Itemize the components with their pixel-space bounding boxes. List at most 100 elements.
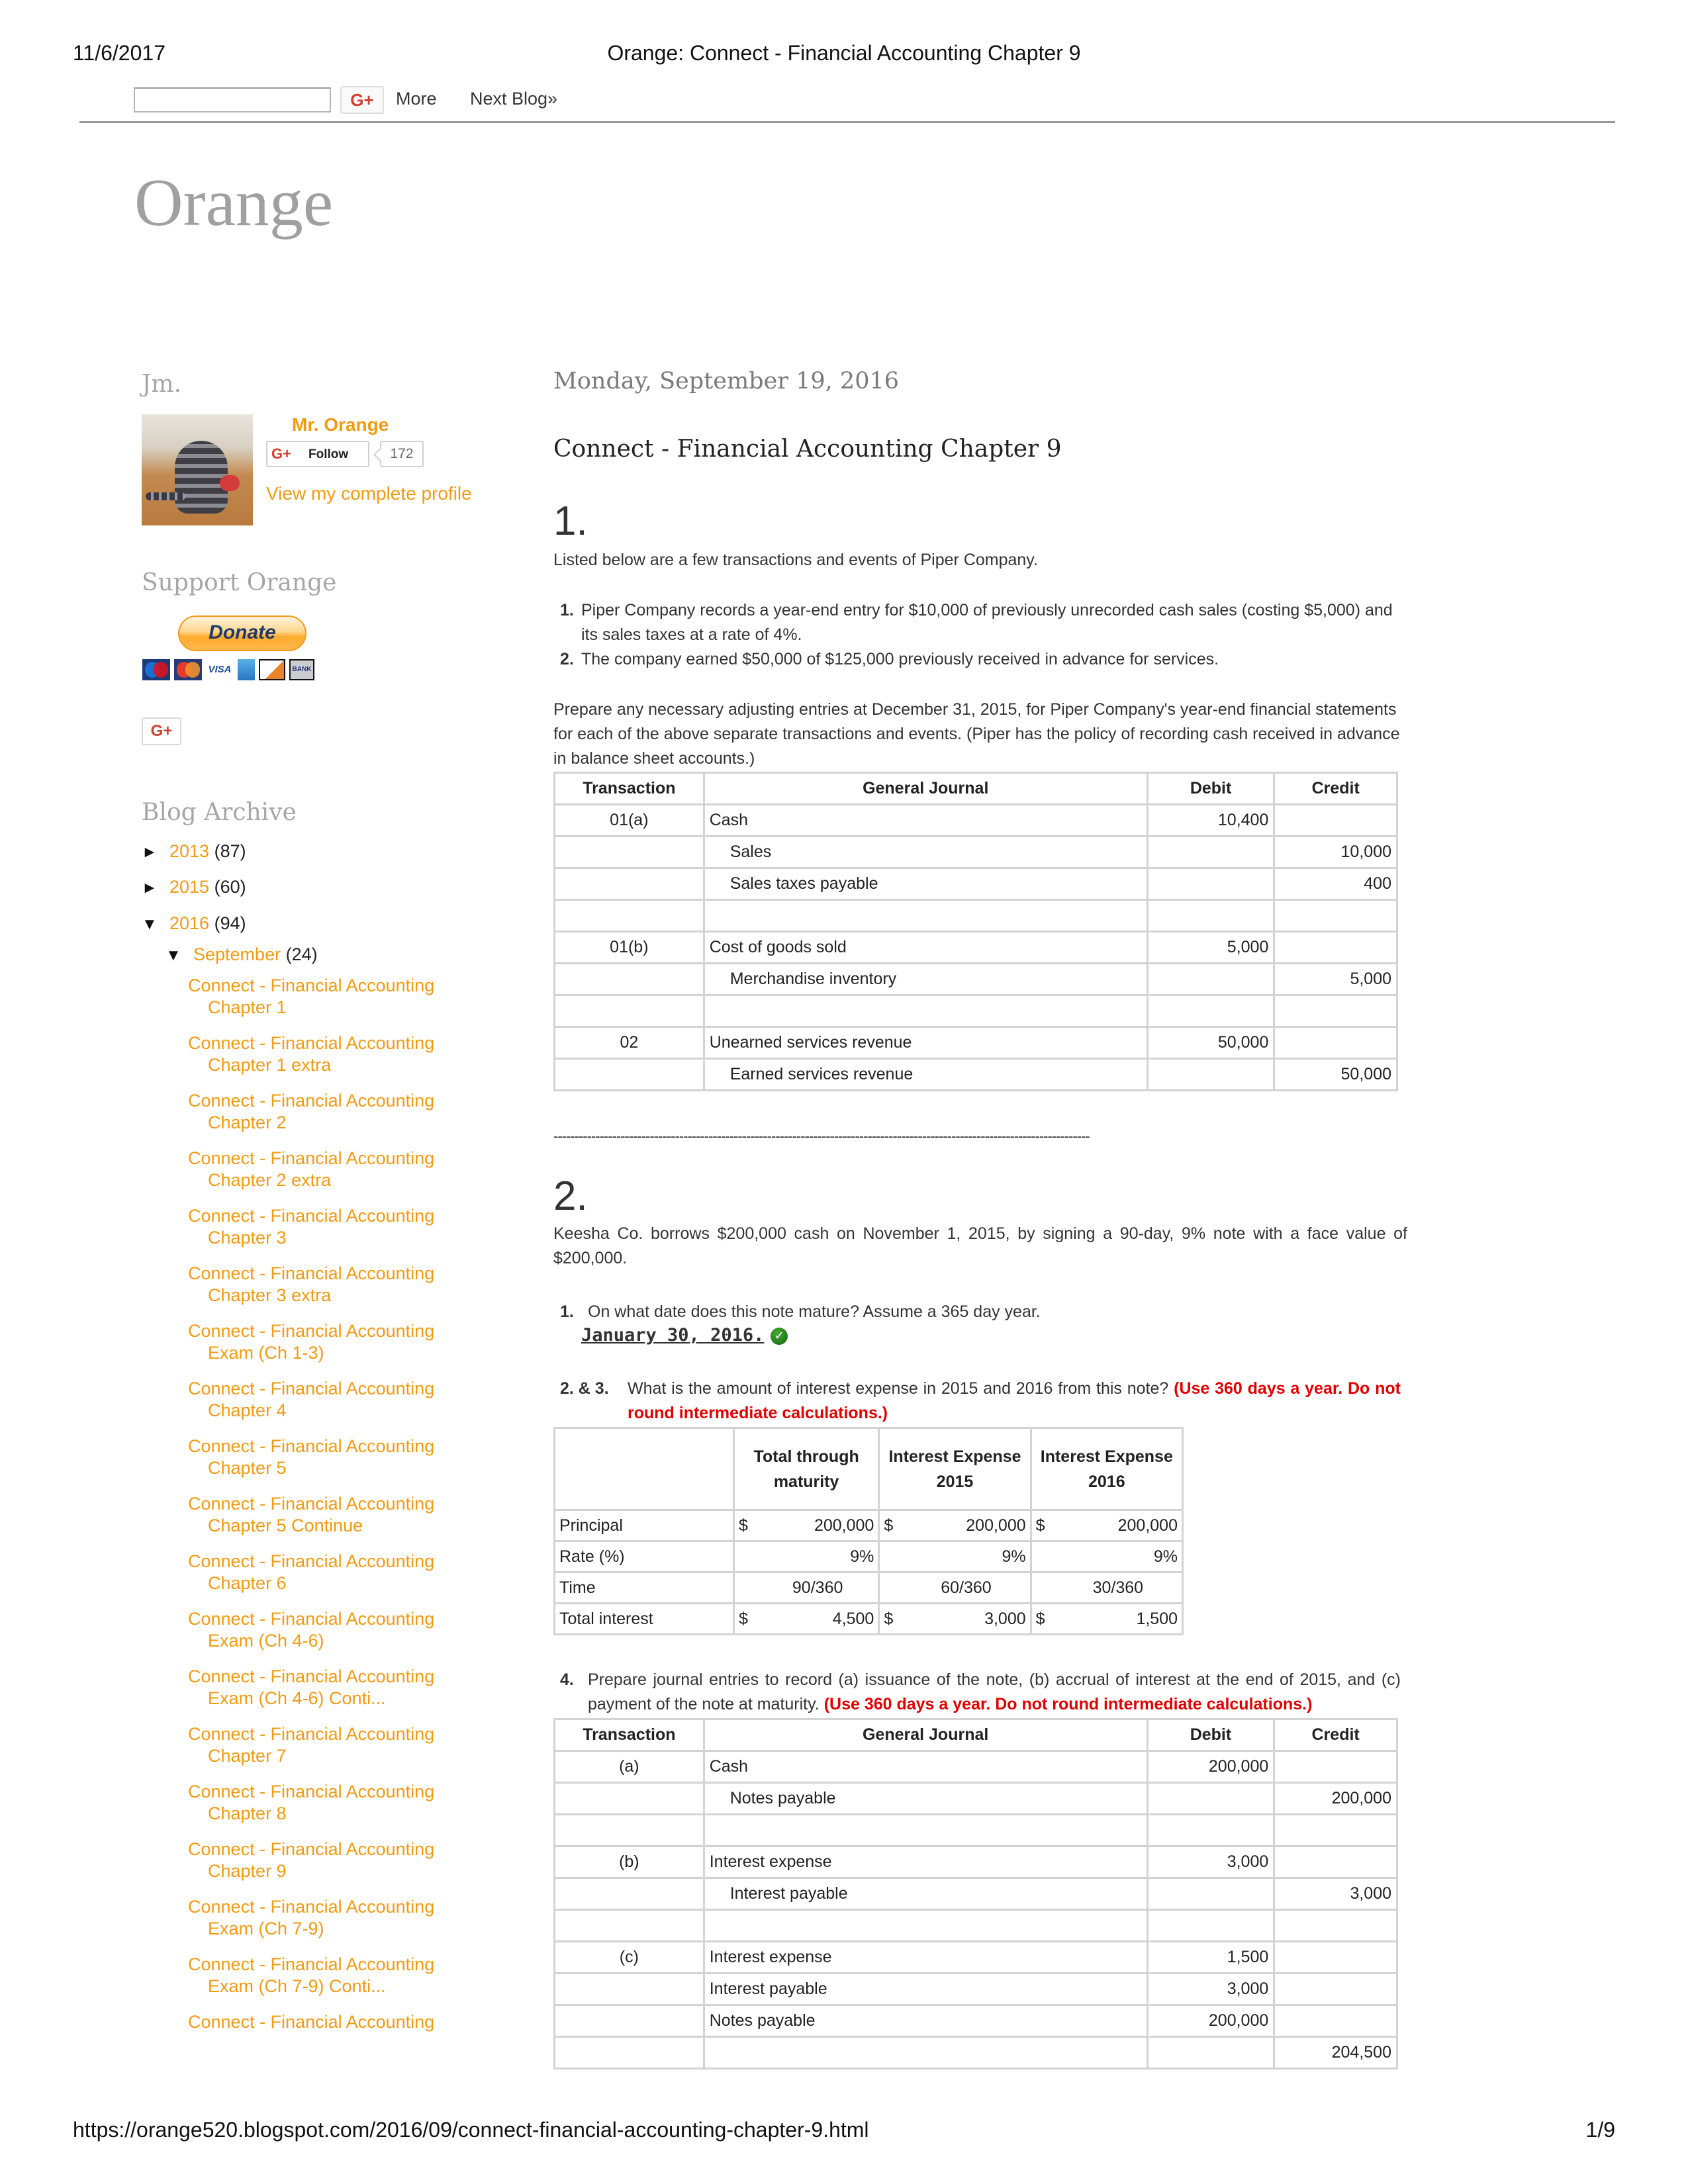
question-1-intro: Listed below are a few transactions and … [553,551,1038,569]
row-label: Time [553,1571,735,1604]
column-header-debit: Debit [1146,772,1276,805]
archive-post-link[interactable]: Connect - Financial Accounting Chapter 9 [188,1839,473,1882]
cat-toy [220,475,240,491]
archive-post-link[interactable]: Connect - Financial Accounting Chapter 8 [188,1781,473,1825]
item-text: What is the amount of interest expense i… [628,1379,1169,1398]
profile-widget-title: Jm. [142,371,182,398]
archive-year-2016[interactable]: ▼ 2016 (94) [142,913,246,934]
account-cell: Sales taxes payable [702,867,1149,901]
archive-post-link[interactable]: Connect - Financial Accounting Chapter 3 … [188,1263,473,1306]
table-row: 01(a) Cash 10,400 [553,803,1398,837]
print-header: 11/6/2017 Orange: Connect - Financial Ac… [0,41,1688,68]
navbar-next-blog-link[interactable]: Next Blog» [470,89,557,109]
post-title[interactable]: Connect - Financial Accounting Chapter 9 [553,435,1062,463]
expand-triangle-icon[interactable]: ► [142,843,169,862]
debit-cell: 200,000 [1146,1750,1276,1784]
collapse-triangle-icon[interactable]: ▼ [165,946,193,965]
archive-year-count: (87) [214,841,246,861]
cell-value: 3,000 [984,1609,1026,1628]
bank-icon: BANK [289,659,314,680]
archive-post-link[interactable]: Connect - Financial Accounting Chapter 7 [188,1723,473,1767]
archive-post-link[interactable]: Connect - Financial Accounting Exam (Ch 1… [188,1320,473,1364]
archive-post-link[interactable]: Connect - Financial Accounting Chapter 4 [188,1378,473,1422]
archive-post-link[interactable]: Connect - Financial Accounting Exam (Ch 4… [188,1608,473,1652]
gplus-share-button[interactable]: G+ [142,717,181,745]
credit-cell [1273,1909,1398,1942]
row-label: Total interest [553,1602,735,1635]
archive-post-link[interactable]: Connect - Financial Accounting Chapter 5 … [188,1493,473,1537]
transaction-cell [553,1877,705,1911]
archive-year-link[interactable]: 2013 [169,841,209,861]
credit-cell: 50,000 [1273,1058,1398,1091]
post-link-line2: Chapter 3 extra [208,1285,332,1305]
archive-year-link[interactable]: 2016 [169,913,209,933]
archive-post-link[interactable]: Connect - Financial Accounting Exam (Ch 7… [188,1896,473,1940]
archive-post-link[interactable]: Connect - Financial Accounting Chapter 2 [188,1090,473,1134]
credit-cell [1273,1972,1398,2006]
value-cell: 9% [1029,1540,1184,1573]
table-row: 204,500 [553,2036,1398,2070]
blog-title[interactable]: Orange [134,164,333,242]
post-area: Monday, September 19, 2016 Connect - Fin… [553,368,1407,2070]
post-link-line1: Connect - Financial Accounting [188,976,435,995]
gplus-follow-button[interactable]: G+ Follow [266,441,369,467]
value-cell: $4,500 [732,1602,880,1635]
table-row: Sales taxes payable 400 [553,867,1398,901]
archive-post-link[interactable]: Connect - Financial Accounting Chapter 3 [188,1205,473,1249]
table-row: (b) Interest expense 3,000 [553,1845,1398,1879]
archive-post-link[interactable]: Connect - Financial Accounting Exam (Ch 7… [188,1954,473,1997]
support-widget: Support Orange Donate VISA BANK [142,569,336,680]
archive-post-link[interactable]: Connect - Financial Accounting [188,2011,473,2033]
archive-year-2015[interactable]: ► 2015 (60) [142,877,246,897]
donate-button[interactable]: Donate [178,615,306,651]
archive-post-link[interactable]: Connect - Financial Accounting Exam (Ch 4… [188,1666,473,1709]
account-cell: Cash [702,803,1149,837]
cell-value: 9% [850,1547,874,1566]
credit-cell: 10,000 [1273,835,1398,869]
blog-archive-widget: Blog Archive ► 2013 (87) ► 2015 (60) ▼ 2016… [142,799,512,2032]
archive-year-link[interactable]: 2015 [169,877,209,897]
debit-cell [1146,1782,1276,1815]
cell-value: 200,000 [1117,1516,1178,1535]
post-link-line1: Connect - Financial Accounting [188,1033,435,1053]
dollar-sign: $ [884,1516,894,1535]
account-cell: Merchandise inventory [702,962,1149,996]
credit-cell [1273,2004,1398,2038]
post-link-line2: Exam (Ch 4-6) Conti... [208,1688,386,1708]
value-cell: 9% [732,1540,880,1573]
archive-post-link[interactable]: Connect - Financial Accounting Chapter 2 … [188,1148,473,1191]
archive-post-link[interactable]: Connect - Financial Accounting Chapter 6 [188,1551,473,1594]
post-link-line1: Connect - Financial Accounting [188,1551,435,1571]
debit-cell [1146,1909,1276,1942]
archive-post-link[interactable]: Connect - Financial Accounting Chapter 5 [188,1435,473,1479]
question-1-item: 2. The company earned $50,000 of $125,000… [560,647,1401,672]
profile-avatar[interactable] [142,414,253,525]
post-link-line1: Connect - Financial Accounting [188,1436,435,1456]
archive-month-september[interactable]: ▼ September (24) [165,944,318,965]
archive-post-link[interactable]: Connect - Financial Accounting Chapter 1 … [188,1032,473,1076]
value-cell: $200,000 [1029,1509,1184,1542]
archive-month-link[interactable]: September [193,944,281,964]
post-link-line2: Exam (Ch 4-6) [208,1631,324,1651]
view-profile-link[interactable]: View my complete profile [266,483,472,504]
print-page-title: Orange: Connect - Financial Accounting C… [607,41,1081,65]
visa-card-icon: VISA [208,664,232,675]
post-link-line1: Connect - Financial Accounting [188,1206,435,1226]
collapse-triangle-icon[interactable]: ▼ [142,915,169,934]
navbar-search-input[interactable] [134,87,331,113]
expand-triangle-icon[interactable]: ► [142,879,169,897]
credit-cell [1273,931,1398,964]
account-cell [702,994,1149,1028]
navbar-gplus-button[interactable]: G+ [340,86,384,114]
check-correct-icon: ✓ [771,1327,788,1345]
post-link-line2: Exam (Ch 7-9) [208,1919,324,1938]
post-link-line2: Chapter 2 extra [208,1170,332,1190]
column-header-general-journal: General Journal [702,1718,1149,1752]
profile-name-link[interactable]: Mr. Orange [292,414,389,435]
post-link-line1: Connect - Financial Accounting [188,1148,435,1168]
archive-year-2013[interactable]: ► 2013 (87) [142,841,246,862]
table-row: Interest payable 3,000 [553,1877,1398,1911]
archive-post-link[interactable]: Connect - Financial Accounting Chapter 1 [188,975,473,1019]
transaction-cell [553,835,705,869]
navbar-more-link[interactable]: More [396,89,437,109]
